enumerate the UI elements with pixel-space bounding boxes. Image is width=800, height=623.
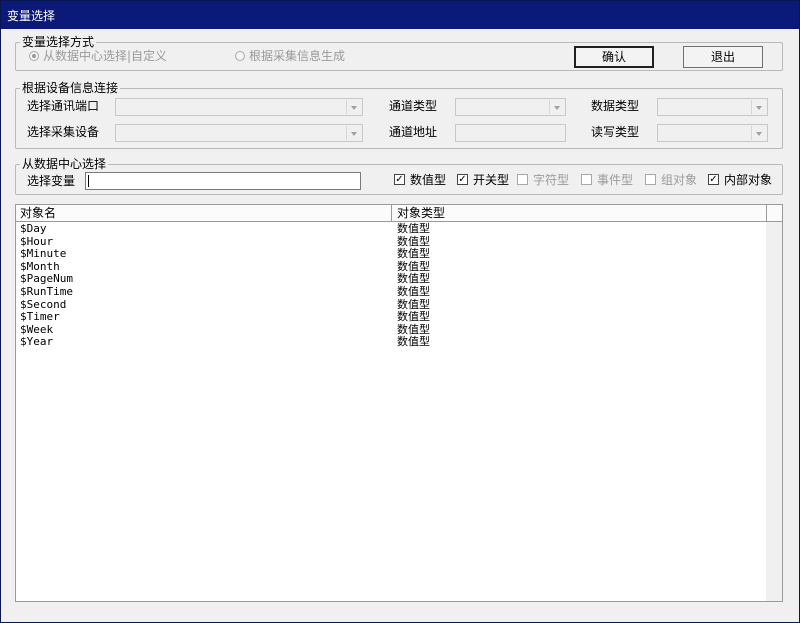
radio-collect-info-icon[interactable] [235, 51, 245, 61]
column-divider[interactable] [391, 205, 392, 221]
channel-type-combo[interactable] [455, 98, 566, 116]
scrollbar[interactable] [766, 222, 782, 601]
channel-type-label: 通道类型 [389, 99, 438, 113]
chevron-down-icon [751, 126, 766, 140]
filter-numeric-checkbox[interactable]: ✓ [394, 174, 405, 185]
port-combo[interactable] [115, 98, 363, 116]
filter-internal-checkbox[interactable]: ✓ [708, 174, 719, 185]
filter-switch-checkbox[interactable]: ✓ [457, 174, 468, 185]
filter-internal-label[interactable]: 内部对象 [724, 173, 772, 187]
object-type-cell: 数值型 [397, 234, 430, 248]
chevron-down-icon [346, 100, 361, 114]
object-name-cell: $Second [20, 297, 67, 311]
filter-string-label[interactable]: 字符型 [533, 173, 569, 187]
data-type-combo[interactable] [657, 98, 768, 116]
port-label: 选择通讯端口 [27, 99, 100, 113]
window-title: 变量选择 [7, 9, 56, 23]
column-header-name[interactable]: 对象名 [20, 206, 56, 220]
device-group-legend: 根据设备信息连接 [22, 81, 119, 95]
channel-addr-field[interactable] [455, 124, 566, 142]
table-row[interactable]: $Second 数值型 [16, 298, 782, 311]
list-header: 对象名 对象类型 [16, 205, 782, 222]
filter-event-label[interactable]: 事件型 [597, 173, 633, 187]
device-combo[interactable] [115, 124, 363, 142]
table-row[interactable]: $Hour 数值型 [16, 235, 782, 248]
object-type-cell: 数值型 [397, 310, 430, 324]
table-row[interactable]: $Day 数值型 [16, 222, 782, 235]
table-row[interactable]: $Week 数值型 [16, 323, 782, 336]
var-label: 选择变量 [27, 174, 76, 188]
object-name-cell: $Day [20, 222, 47, 235]
object-name-cell: $RunTime [20, 285, 73, 298]
filter-numeric-label[interactable]: 数值型 [410, 173, 446, 187]
object-type-cell: 数值型 [397, 259, 430, 273]
device-label: 选择采集设备 [27, 125, 100, 139]
table-row[interactable]: $RunTime 数值型 [16, 285, 782, 298]
data-type-label: 数据类型 [591, 99, 640, 113]
radio-datacenter-icon[interactable] [29, 51, 39, 61]
object-name-cell: $PageNum [20, 272, 73, 286]
table-row[interactable]: $Month 数值型 [16, 260, 782, 273]
object-name-cell: $Minute [20, 247, 67, 261]
object-type-cell: 数值型 [397, 247, 430, 261]
table-row[interactable]: $PageNum 数值型 [16, 272, 782, 285]
filter-switch-label[interactable]: 开关型 [473, 173, 509, 187]
channel-addr-label: 通道地址 [389, 125, 438, 139]
column-header-type[interactable]: 对象类型 [397, 206, 445, 220]
object-list[interactable]: 对象名 对象类型 $Day 数值型 $Hour 数值型 $Minute 数值型 $Month… [15, 204, 783, 602]
confirm-button[interactable]: 确认 [574, 46, 654, 68]
object-name-cell: $Timer [20, 310, 60, 324]
object-type-cell: 数值型 [397, 322, 430, 336]
column-divider[interactable] [766, 205, 767, 221]
exit-button[interactable]: 退出 [683, 46, 763, 68]
object-type-cell: 数值型 [397, 335, 430, 349]
text-caret [88, 175, 89, 187]
filter-group-checkbox[interactable] [645, 174, 656, 185]
object-type-cell: 数值型 [397, 272, 430, 286]
rw-type-label: 读写类型 [591, 125, 640, 139]
filter-event-checkbox[interactable] [581, 174, 592, 185]
table-row[interactable]: $Minute 数值型 [16, 247, 782, 260]
object-type-cell: 数值型 [397, 222, 430, 235]
object-name-cell: $Year [20, 335, 54, 349]
chevron-down-icon [346, 126, 361, 140]
table-row[interactable]: $Year 数值型 [16, 335, 782, 348]
object-name-cell: $Week [20, 322, 54, 336]
chevron-down-icon [549, 100, 564, 114]
chevron-down-icon [751, 100, 766, 114]
rw-type-combo[interactable] [657, 124, 768, 142]
table-row[interactable]: $Timer 数值型 [16, 310, 782, 323]
object-type-cell: 数值型 [397, 297, 430, 311]
object-type-cell: 数值型 [397, 285, 430, 298]
radio-collect-info-label[interactable]: 根据采集信息生成 [249, 49, 345, 63]
title-bar[interactable]: 变量选择 [1, 1, 799, 29]
radio-datacenter-label[interactable]: 从数据中心选择|自定义 [43, 49, 167, 63]
var-input[interactable] [85, 172, 361, 190]
object-name-cell: $Month [20, 259, 60, 273]
filter-string-checkbox[interactable] [517, 174, 528, 185]
mode-group-legend: 变量选择方式 [22, 35, 95, 49]
variable-select-dialog: 变量选择 变量选择方式 从数据中心选择|自定义 根据采集信息生成 确认 退出 根… [0, 0, 800, 623]
object-name-cell: $Hour [20, 234, 54, 248]
datacenter-group-legend: 从数据中心选择 [22, 157, 107, 171]
filter-group-label[interactable]: 组对象 [661, 173, 697, 187]
